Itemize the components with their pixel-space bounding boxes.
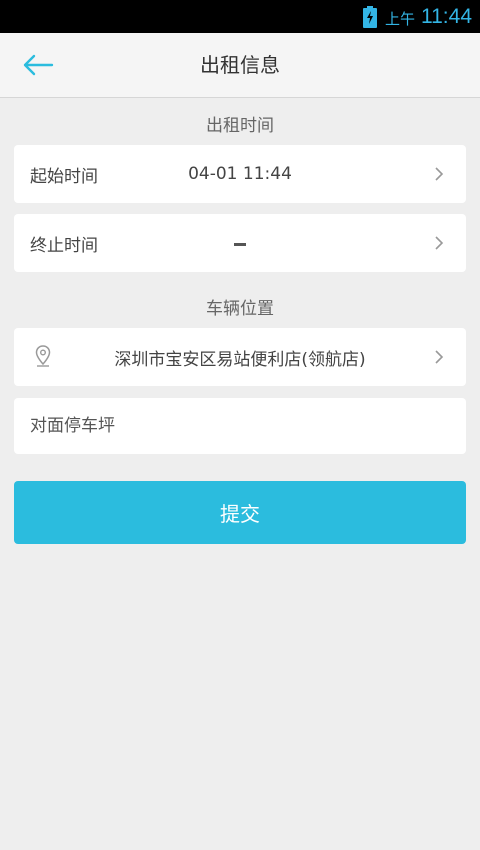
submit-button[interactable]: 提交: [14, 481, 466, 544]
section-title-vehicle-location: 车辆位置: [206, 299, 274, 319]
status-right: 上午 11:44: [362, 0, 472, 33]
section-title-rental-time: 出租时间: [206, 116, 274, 136]
chevron-right-icon: [435, 236, 444, 250]
chevron-right-icon: [435, 167, 444, 181]
address-value: 深圳市宝安区易站便利店(领航店): [114, 349, 366, 370]
status-ampm: 上午: [384, 9, 415, 28]
end-time-label: 终止时间: [30, 235, 98, 256]
parking-note-card: [14, 398, 466, 454]
chevron-right-icon: [435, 350, 444, 364]
start-time-label: 起始时间: [30, 166, 98, 187]
end-time-row[interactable]: 终止时间: [14, 214, 466, 272]
empty-value-dash: [234, 242, 246, 246]
start-time-row[interactable]: 起始时间 04-01 11:44: [14, 145, 466, 203]
page-title: 出租信息: [200, 53, 280, 77]
status-bar: 上午 11:44: [0, 0, 480, 33]
back-button[interactable]: [22, 47, 66, 83]
location-pin-icon: [35, 345, 51, 367]
address-row[interactable]: 深圳市宝安区易站便利店(领航店): [14, 328, 466, 386]
app-bar: 出租信息: [0, 33, 480, 98]
parking-note-input[interactable]: [14, 398, 466, 454]
status-clock: 11:44: [421, 4, 472, 28]
back-arrow-icon: [23, 54, 54, 76]
battery-charging-icon: [362, 5, 377, 28]
